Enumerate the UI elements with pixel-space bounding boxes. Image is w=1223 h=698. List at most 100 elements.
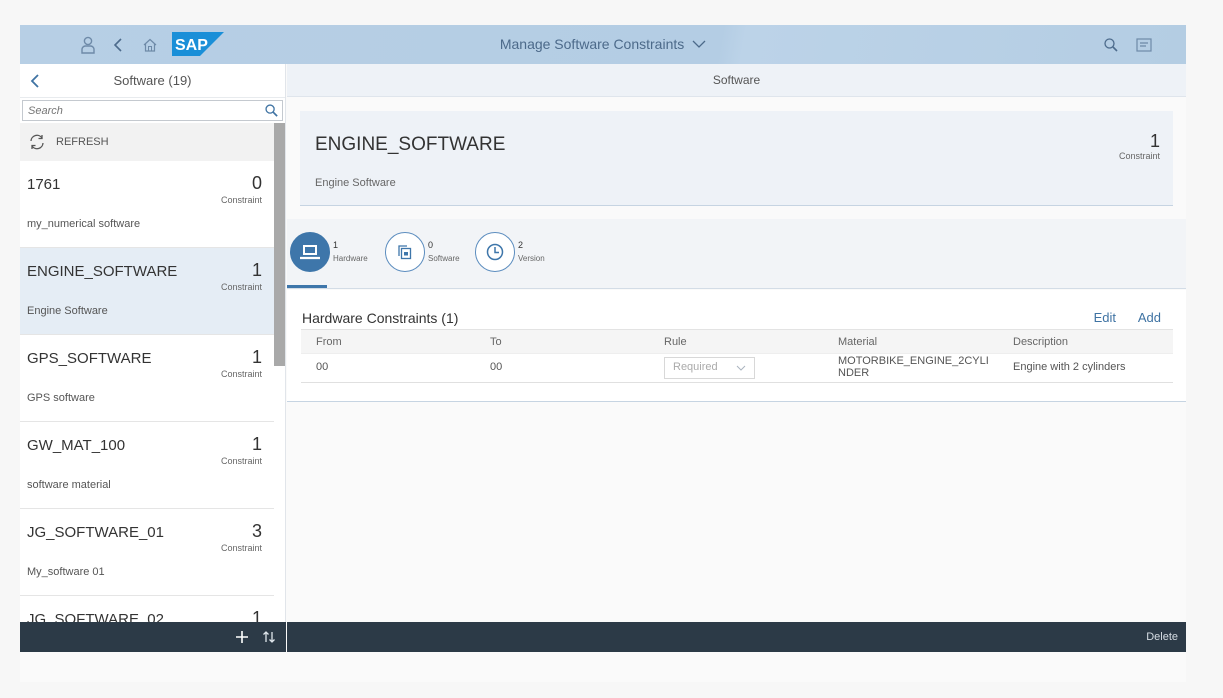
clock-icon <box>486 243 504 261</box>
table-title: Hardware Constraints (1) <box>302 310 459 326</box>
list-item[interactable]: JG_SOFTWARE_01 3 Constraint My_software … <box>20 509 274 596</box>
tab-count: 2 <box>518 240 524 251</box>
master-title: Software (19) <box>113 73 192 88</box>
delete-button[interactable]: Delete <box>1146 631 1178 643</box>
user-icon[interactable] <box>77 34 99 56</box>
tab-hardware[interactable]: 1 Hardware <box>290 232 368 272</box>
detail-pane: Software ENGINE_SOFTWARE Engine Software… <box>287 64 1186 652</box>
tab-icon-circle <box>290 232 330 272</box>
back-icon[interactable] <box>107 34 129 56</box>
master-list-pane: Software (19) REFRESH 1761 0 Constraint … <box>20 64 286 652</box>
tab-icon-circle <box>385 232 425 272</box>
refresh-button[interactable]: REFRESH <box>20 123 274 161</box>
detail-footer-toolbar: Delete <box>287 622 1186 652</box>
object-subtitle: Engine Software <box>315 177 396 189</box>
tab-software[interactable]: 0 Software <box>385 232 460 272</box>
software-list: REFRESH 1761 0 Constraint my_numerical s… <box>20 123 286 652</box>
tab-label: Software <box>428 253 460 263</box>
app-title-menu[interactable]: Manage Software Constraints <box>500 36 706 52</box>
list-scrollbar[interactable] <box>274 123 285 366</box>
item-count: 1 <box>251 434 262 454</box>
item-unit: Constraint <box>220 456 262 466</box>
item-unit: Constraint <box>220 282 262 292</box>
hardware-constraints-section: Hardware Constraints (1) Edit Add From T… <box>287 290 1186 402</box>
sort-icon <box>263 631 275 643</box>
list-item[interactable]: 1761 0 Constraint my_numerical software <box>20 161 274 248</box>
search-field[interactable] <box>22 100 283 121</box>
cell-description: Engine with 2 cylinders <box>998 353 1173 383</box>
app-window: SAP Manage Software Constraints Software… <box>20 25 1186 682</box>
tab-count: 1 <box>333 240 339 251</box>
object-header: ENGINE_SOFTWARE Engine Software 1 Constr… <box>300 111 1173 206</box>
rule-select-value: Required <box>673 361 718 374</box>
item-title: JG_SOFTWARE_01 <box>27 524 164 541</box>
item-count: 3 <box>251 521 262 541</box>
add-button[interactable]: Add <box>1138 310 1161 325</box>
plus-icon <box>236 631 248 643</box>
item-unit: Constraint <box>220 195 262 205</box>
tab-label: Version <box>518 253 545 263</box>
item-count: 1 <box>251 260 262 280</box>
sort-button[interactable] <box>262 630 276 644</box>
column-header-from: From <box>301 329 475 354</box>
sap-logo[interactable]: SAP <box>172 32 224 56</box>
column-header-description: Description <box>998 329 1173 354</box>
item-title: GPS_SOFTWARE <box>27 350 152 367</box>
active-tab-indicator <box>287 285 327 288</box>
laptop-icon <box>300 245 320 260</box>
documents-icon <box>398 245 412 260</box>
tab-label: Hardware <box>333 253 368 263</box>
refresh-label: REFRESH <box>56 136 109 148</box>
cell-rule: Required <box>649 353 823 383</box>
svg-text:SAP: SAP <box>175 37 208 54</box>
refresh-icon <box>30 134 44 150</box>
notifications-icon[interactable] <box>1133 34 1155 56</box>
item-title: 1761 <box>27 176 61 193</box>
home-icon[interactable] <box>139 34 161 56</box>
item-unit: Constraint <box>220 369 262 379</box>
object-number: 1 <box>1149 131 1160 151</box>
edit-button[interactable]: Edit <box>1094 310 1116 325</box>
back-icon[interactable] <box>26 71 46 91</box>
item-title: GW_MAT_100 <box>27 437 126 454</box>
master-footer-toolbar <box>20 622 286 652</box>
tab-icon-circle <box>475 232 515 272</box>
item-count: 1 <box>251 347 262 367</box>
search-input[interactable] <box>23 101 253 120</box>
column-header-material: Material <box>823 329 998 354</box>
rule-select[interactable]: Required <box>664 357 755 379</box>
item-count: 0 <box>251 173 262 193</box>
item-description: my_numerical software <box>27 218 141 230</box>
tab-version[interactable]: 2 Version <box>475 232 545 272</box>
column-header-to: To <box>475 329 649 354</box>
tab-count: 0 <box>428 240 434 251</box>
item-description: Engine Software <box>27 305 108 317</box>
cell-to: 00 <box>475 353 649 383</box>
shell-bar: SAP Manage Software Constraints <box>20 25 1186 64</box>
search-icon[interactable] <box>264 103 279 118</box>
chevron-down-icon <box>692 40 706 48</box>
cell-material: MOTORBIKE_ENGINE_2CYLI NDER <box>823 353 998 383</box>
master-header: Software (19) <box>20 64 285 98</box>
list-item[interactable]: GPS_SOFTWARE 1 Constraint GPS software <box>20 335 274 422</box>
icon-tab-bar: 1 Hardware 0 Software 2 Version <box>287 219 1186 289</box>
app-title-text: Manage Software Constraints <box>499 36 685 52</box>
column-header-rule: Rule <box>649 329 823 354</box>
table-row[interactable]: 00 00 Required MOTORBIKE_ENGINE_2CYLI ND… <box>301 353 1173 383</box>
item-description: GPS software <box>27 392 95 404</box>
detail-header: Software <box>287 64 1186 97</box>
chevron-down-icon <box>736 365 746 371</box>
object-unit: Constraint <box>1118 151 1160 161</box>
list-item-selected[interactable]: ENGINE_SOFTWARE 1 Constraint Engine Soft… <box>20 248 274 335</box>
add-button[interactable] <box>236 631 248 643</box>
item-unit: Constraint <box>220 543 262 553</box>
item-description: My_software 01 <box>27 566 105 578</box>
hardware-constraints-table: From To Rule Material Description 00 00 … <box>301 329 1173 383</box>
list-item[interactable]: GW_MAT_100 1 Constraint software materia… <box>20 422 274 509</box>
search-icon[interactable] <box>1100 34 1122 56</box>
detail-title: Software <box>712 73 761 87</box>
cell-from: 00 <box>301 353 475 383</box>
table-header-row: From To Rule Material Description <box>301 329 1173 354</box>
object-title: ENGINE_SOFTWARE <box>315 134 506 155</box>
item-title: ENGINE_SOFTWARE <box>27 263 178 280</box>
